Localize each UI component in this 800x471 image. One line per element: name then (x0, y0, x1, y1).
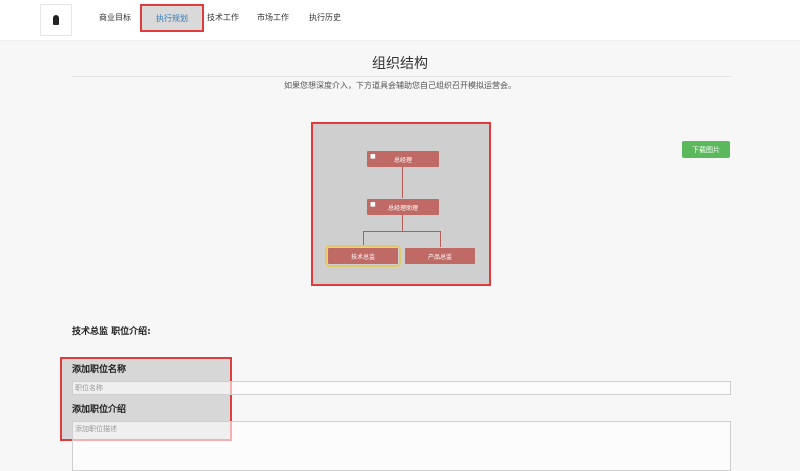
org-node-assistant[interactable]: ■ 总经理助理 (367, 199, 439, 215)
person-icon: ■ (370, 153, 376, 160)
page-subtitle: 如果您想深度介入，下方道具会辅助您自己组织召开模拟运营会。 (284, 81, 516, 90)
org-node-label: 产品总监 (427, 253, 452, 261)
top-nav: 商业目标 执行规划 技术工作 市场工作 执行历史 (0, 0, 800, 41)
org-connector (363, 231, 364, 247)
org-connector (402, 215, 403, 231)
position-desc-textarea[interactable]: 添加职位描述 (72, 421, 731, 471)
org-connector (440, 231, 441, 247)
nav-item-execution-plan[interactable]: 执行规划 (140, 4, 204, 32)
org-node-label: 技术总监 (350, 253, 375, 261)
download-image-button[interactable]: 下载图片 (682, 141, 730, 158)
title-divider (72, 76, 731, 77)
nav-item-business-goals[interactable]: 商业目标 (99, 12, 131, 23)
nav-item-execution-history[interactable]: 执行历史 (309, 12, 341, 23)
nav-item-tech-work[interactable]: 技术工作 (207, 12, 239, 23)
page-title: 组织结构 (372, 56, 428, 72)
person-icon: ■ (370, 201, 376, 208)
org-node-label: 总经理 (393, 156, 412, 164)
org-connector (402, 167, 403, 198)
org-node-tech-director[interactable]: 技术总监 (325, 245, 401, 267)
position-desc-label: 添加职位介绍 (72, 405, 127, 415)
logo-mark-icon (53, 15, 59, 25)
org-connector (363, 231, 441, 232)
org-node-label: 总经理助理 (387, 204, 418, 212)
logo[interactable] (40, 4, 72, 36)
position-name-label: 添加职位名称 (72, 365, 127, 375)
org-node-ceo[interactable]: ■ 总经理 (367, 151, 439, 167)
position-name-input[interactable]: 职位名称 (72, 381, 731, 395)
org-chart: ■ 总经理 ■ 总经理助理 技术总监 产品总监 (311, 122, 491, 286)
nav-item-market-work[interactable]: 市场工作 (257, 12, 289, 23)
position-intro-heading: 技术总监 职位介绍: (72, 327, 151, 337)
org-node-product-director[interactable]: 产品总监 (405, 248, 475, 264)
